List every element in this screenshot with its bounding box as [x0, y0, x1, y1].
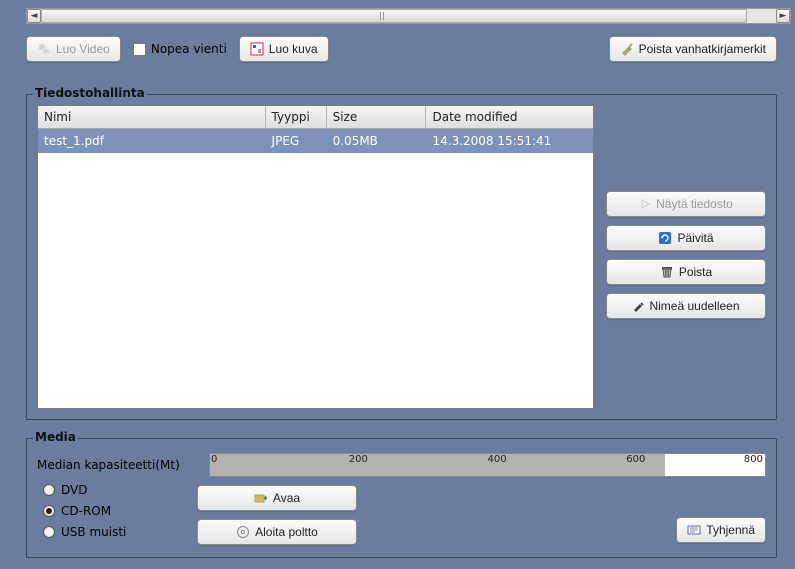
fast-export-label: Nopea vienti — [151, 42, 227, 56]
delete-label: Poista — [679, 265, 712, 279]
radio-cdrom-label: CD-ROM — [61, 504, 111, 518]
delete-button[interactable]: Poista — [606, 259, 766, 285]
column-type[interactable]: Tyyppi — [266, 106, 327, 129]
disc-icon — [236, 525, 250, 539]
horizontal-scrollbar[interactable]: ◄ ► — [26, 8, 791, 24]
open-icon — [254, 492, 268, 504]
radio-icon — [43, 505, 55, 517]
tick-0: 0 — [211, 454, 217, 465]
create-image-button[interactable]: Luo kuva — [239, 36, 329, 62]
radio-dvd-label: DVD — [61, 483, 87, 497]
cell-type: JPEG — [266, 129, 327, 153]
tick-1: 200 — [349, 454, 368, 465]
show-file-button[interactable]: Näytä tiedosto — [606, 191, 766, 217]
radio-icon — [43, 484, 55, 496]
remove-bookmarks-label: Poista vanhatkirjamerkit — [639, 42, 766, 56]
file-actions: Näytä tiedosto Päivitä Poista Nimeä uude… — [606, 105, 766, 409]
table-header: Nimi Tyyppi Size Date modified — [38, 106, 593, 129]
radio-icon — [43, 526, 55, 538]
trash-icon — [660, 265, 674, 279]
cell-name: test_1.pdf — [38, 129, 266, 153]
table-body: test_1.pdf JPEG 0.05MB 14.3.2008 15:51:4… — [38, 129, 593, 408]
media-type-radios: DVD CD-ROM USB muisti — [43, 483, 126, 539]
toolbar: Luo Video Nopea vienti Luo kuva Poista v… — [26, 36, 777, 62]
file-table[interactable]: Nimi Tyyppi Size Date modified test_1.pd… — [37, 105, 594, 409]
file-manager-panel: Tiedostohallinta Nimi Tyyppi Size Date m… — [26, 94, 777, 420]
media-panel: Media Median kapasiteetti(Mt) 0 200 400 … — [26, 438, 777, 558]
play-icon — [639, 198, 651, 210]
radio-cdrom[interactable]: CD-ROM — [43, 504, 126, 518]
clear-button[interactable]: Tyhjennä — [676, 517, 766, 543]
show-file-label: Näytä tiedosto — [656, 197, 733, 211]
cell-date: 14.3.2008 15:51:41 — [426, 129, 593, 153]
column-date[interactable]: Date modified — [426, 106, 593, 129]
video-icon — [37, 42, 51, 56]
remove-bookmarks-button[interactable]: Poista vanhatkirjamerkit — [609, 36, 777, 62]
image-icon — [250, 42, 264, 56]
column-name[interactable]: Nimi — [38, 106, 266, 129]
burn-label: Aloita poltto — [255, 525, 318, 539]
create-image-label: Luo kuva — [269, 42, 318, 56]
checkbox-icon — [133, 43, 146, 56]
edit-icon — [632, 300, 644, 312]
scroll-right-icon[interactable]: ► — [776, 9, 790, 23]
tick-4: 800 — [744, 454, 763, 465]
capacity-bar: 0 200 400 600 800 — [209, 453, 766, 477]
radio-usb[interactable]: USB muisti — [43, 525, 126, 539]
media-buttons: Avaa Aloita poltto — [197, 485, 357, 545]
radio-usb-label: USB muisti — [61, 525, 126, 539]
capacity-label: Median kapasiteetti(Mt) — [37, 458, 180, 472]
tick-3: 600 — [626, 454, 645, 465]
media-title: Media — [33, 430, 78, 444]
scroll-left-icon[interactable]: ◄ — [27, 9, 41, 23]
create-video-label: Luo Video — [56, 42, 110, 56]
rename-label: Nimeä uudelleen — [649, 299, 739, 313]
fast-export-checkbox[interactable]: Nopea vienti — [133, 42, 227, 56]
clear-icon — [687, 524, 701, 536]
cell-size: 0.05MB — [327, 129, 427, 153]
scroll-track[interactable] — [41, 9, 776, 23]
rename-button[interactable]: Nimeä uudelleen — [606, 293, 766, 319]
capacity-fill — [210, 454, 665, 476]
burn-button[interactable]: Aloita poltto — [197, 519, 357, 545]
table-row[interactable]: test_1.pdf JPEG 0.05MB 14.3.2008 15:51:4… — [38, 129, 593, 153]
radio-dvd[interactable]: DVD — [43, 483, 126, 497]
broom-icon — [620, 42, 634, 56]
column-size[interactable]: Size — [327, 106, 427, 129]
create-video-button[interactable]: Luo Video — [26, 36, 121, 62]
open-button[interactable]: Avaa — [197, 485, 357, 511]
open-label: Avaa — [273, 491, 300, 505]
scroll-thumb[interactable] — [41, 9, 747, 23]
refresh-button[interactable]: Päivitä — [606, 225, 766, 251]
refresh-label: Päivitä — [677, 231, 713, 245]
clear-label: Tyhjennä — [706, 523, 755, 537]
file-manager-title: Tiedostohallinta — [33, 86, 147, 100]
tick-2: 400 — [488, 454, 507, 465]
refresh-icon — [658, 231, 672, 245]
